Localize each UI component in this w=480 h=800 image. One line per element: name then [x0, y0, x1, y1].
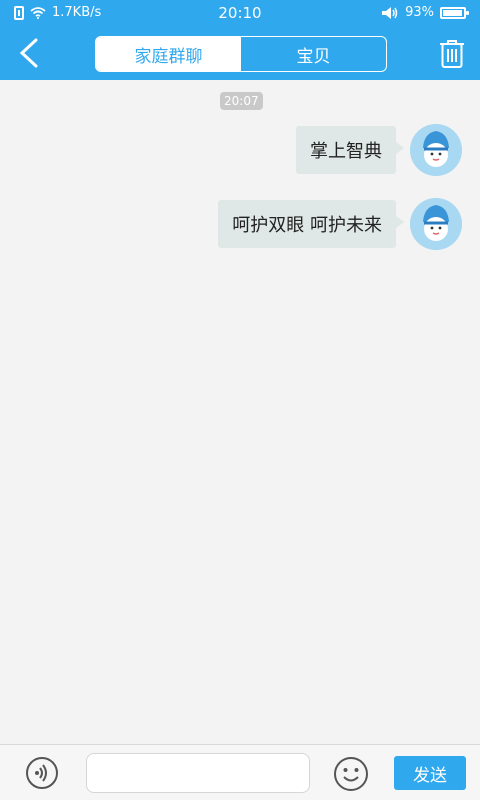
- smiley-icon: [334, 757, 368, 791]
- message-row: 呵护双眼 呵护未来: [218, 198, 462, 250]
- child-avatar-icon: [410, 198, 462, 250]
- top-bar: 1.7KB/s 20:10 93% 家庭群聊 宝贝: [0, 0, 480, 80]
- avatar[interactable]: [410, 124, 462, 176]
- status-right: 93%: [381, 5, 469, 20]
- voice-icon: [35, 764, 47, 782]
- battery-icon: [440, 6, 469, 19]
- back-button[interactable]: [12, 34, 48, 72]
- nav-bar: 家庭群聊 宝贝: [0, 28, 480, 80]
- speaker-icon: [382, 6, 398, 19]
- avatar[interactable]: [410, 198, 462, 250]
- tab-family-chat[interactable]: 家庭群聊: [96, 37, 241, 71]
- tab-baby[interactable]: 宝贝: [241, 37, 386, 71]
- chevron-left-icon: [19, 38, 38, 68]
- battery-percent: 93%: [405, 5, 434, 20]
- message-input[interactable]: [86, 753, 310, 793]
- delete-button[interactable]: [438, 38, 466, 70]
- message-bubble[interactable]: 掌上智典: [296, 126, 404, 174]
- trash-icon: [440, 40, 464, 68]
- message-timestamp: 20:07: [220, 92, 263, 110]
- voice-button[interactable]: [26, 757, 58, 789]
- send-button[interactable]: 发送: [394, 756, 466, 790]
- emoji-button[interactable]: [333, 756, 369, 792]
- status-bar: 1.7KB/s 20:10 93%: [0, 0, 480, 28]
- input-bar: 发送: [0, 744, 480, 800]
- segmented-control: 家庭群聊 宝贝: [95, 36, 387, 72]
- child-avatar-icon: [410, 124, 462, 176]
- message-row: 掌上智典: [296, 124, 462, 176]
- message-bubble[interactable]: 呵护双眼 呵护未来: [218, 200, 404, 248]
- chat-area[interactable]: 20:07 掌上智典 呵护双眼 呵护未来: [0, 80, 480, 744]
